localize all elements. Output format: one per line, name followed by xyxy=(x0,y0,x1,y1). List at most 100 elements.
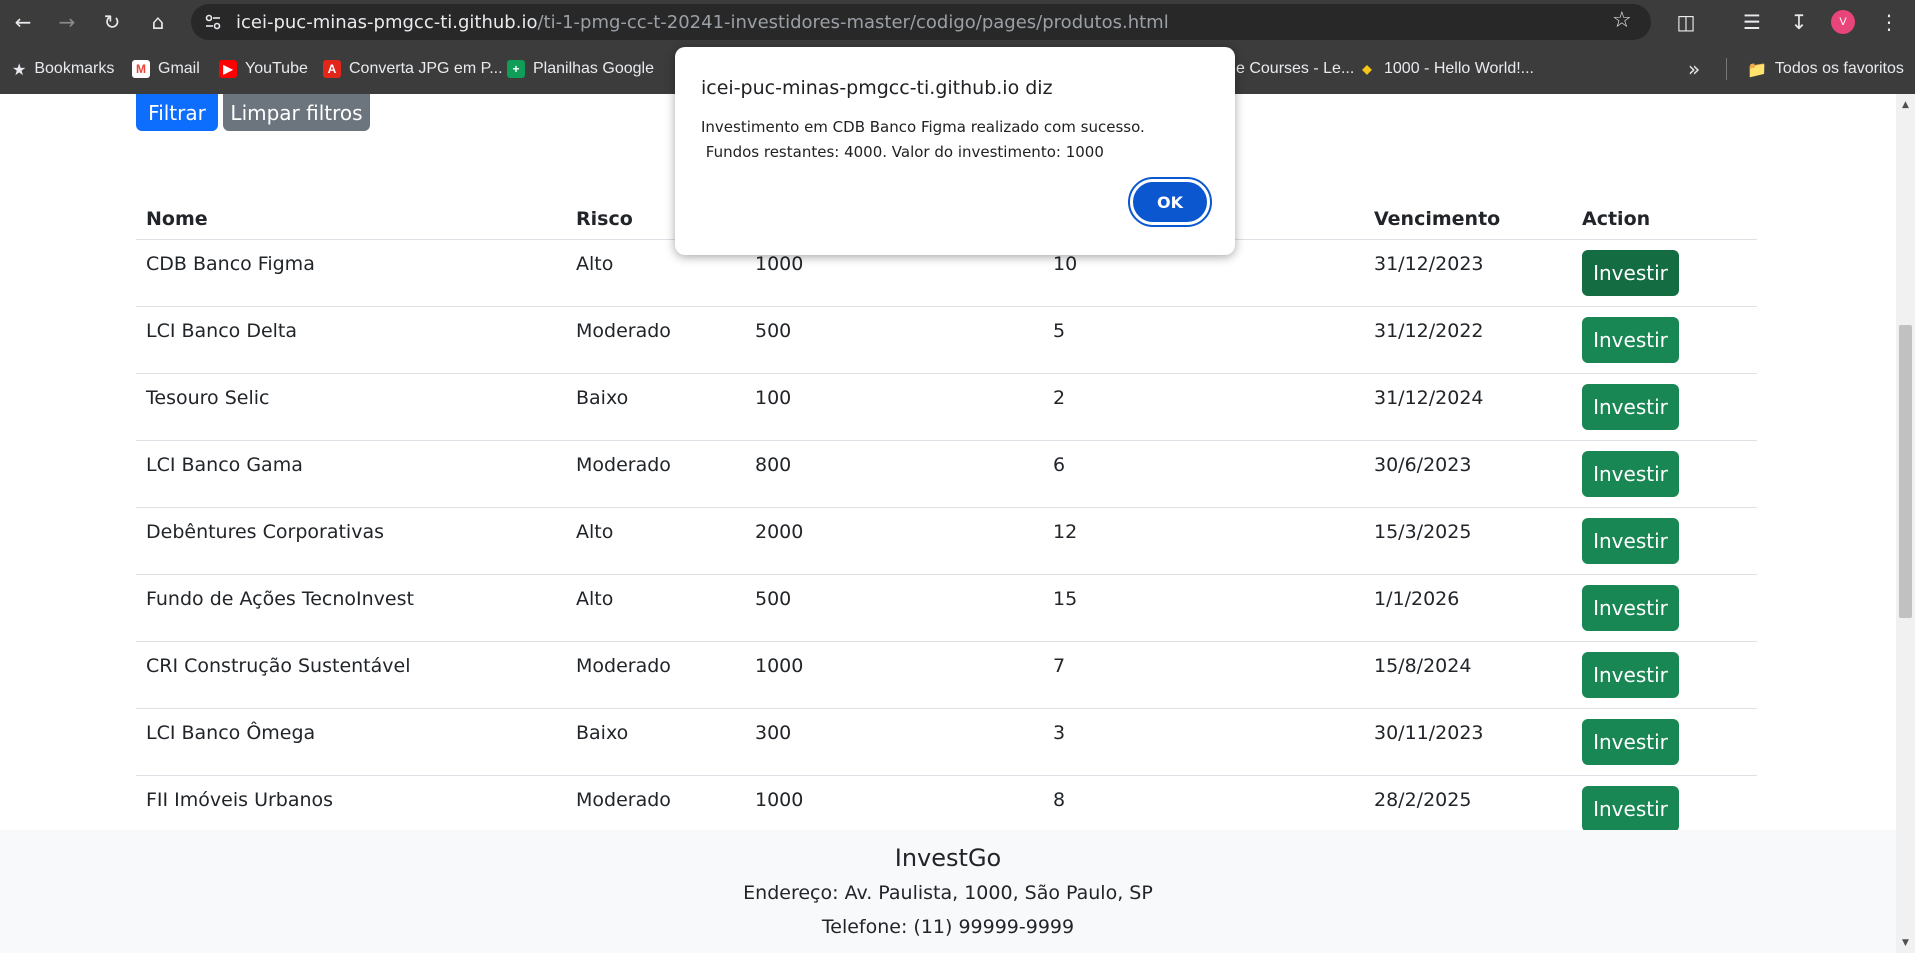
products-table: Nome Risco Vencimento Action CDB Banco F… xyxy=(136,198,1757,843)
header-vencimento: Vencimento xyxy=(1364,198,1572,240)
bookmark-star-icon[interactable]: ☆ xyxy=(1612,8,1632,33)
alert-dialog: icei-puc-minas-pmgcc-ti.github.io diz In… xyxy=(675,47,1235,255)
cell-valor: 1000 xyxy=(745,641,1043,709)
back-arrow-icon[interactable]: ← xyxy=(8,7,38,37)
url-path: /ti-1-pmg-cc-t-20241-investidores-master… xyxy=(537,12,1169,33)
more-bookmarks-chevron-icon[interactable]: » xyxy=(1688,57,1700,81)
scrollbar-thumb[interactable] xyxy=(1899,325,1912,618)
cell-vencimento: 30/11/2023 xyxy=(1364,708,1572,776)
invest-button[interactable]: Investir xyxy=(1582,786,1679,832)
cell-nome: CDB Banco Figma xyxy=(136,239,566,307)
scroll-down-arrow-icon[interactable]: ▼ xyxy=(1899,938,1912,950)
youtube-icon: ▶ xyxy=(219,60,237,78)
forward-arrow-icon[interactable]: → xyxy=(52,7,82,37)
invest-button[interactable]: Investir xyxy=(1582,518,1679,564)
clear-filters-button[interactable]: Limpar filtros xyxy=(223,94,370,131)
cell-valor: 300 xyxy=(745,708,1043,776)
table-row: Fundo de Ações TecnoInvest Alto 500 15 1… xyxy=(136,574,1757,642)
footer-brand: InvestGo xyxy=(894,844,1002,872)
extensions-icon[interactable]: ◫ xyxy=(1672,8,1700,36)
table-row: LCI Banco Delta Moderado 500 5 31/12/202… xyxy=(136,306,1757,374)
header-action: Action xyxy=(1572,198,1757,240)
cell-risco: Baixo xyxy=(566,373,745,441)
scroll-up-arrow-icon[interactable]: ▲ xyxy=(1899,100,1912,112)
cell-nome: Fundo de Ações TecnoInvest xyxy=(136,574,566,642)
invest-button[interactable]: Investir xyxy=(1582,250,1679,296)
cell-taxa: 2 xyxy=(1043,373,1364,441)
url-host: icei-puc-minas-pmgcc-ti.github.io xyxy=(236,12,538,33)
cell-taxa: 7 xyxy=(1043,641,1364,709)
hello-icon: ◆ xyxy=(1358,60,1376,78)
star-icon: ★ xyxy=(12,59,27,79)
url-text[interactable]: icei-puc-minas-pmgcc-ti.github.io/ti-1-p… xyxy=(236,12,1169,33)
cell-vencimento: 31/12/2022 xyxy=(1364,306,1572,374)
bookmark-courses[interactable]: e Courses - Le... xyxy=(1236,58,1354,80)
cell-taxa: 6 xyxy=(1043,440,1364,508)
cell-taxa: 12 xyxy=(1043,507,1364,575)
cell-risco: Baixo xyxy=(566,708,745,776)
dialog-ok-button[interactable]: OK xyxy=(1128,177,1212,227)
bookmark-youtube[interactable]: ▶ YouTube xyxy=(219,58,308,80)
cell-taxa: 5 xyxy=(1043,306,1364,374)
cell-vencimento: 30/6/2023 xyxy=(1364,440,1572,508)
profile-avatar[interactable]: V xyxy=(1831,10,1855,34)
folder-icon: 📁 xyxy=(1747,59,1767,79)
table-row: Debêntures Corporativas Alto 2000 12 15/… xyxy=(136,507,1757,575)
cell-vencimento: 15/3/2025 xyxy=(1364,507,1572,575)
cell-vencimento: 31/12/2024 xyxy=(1364,373,1572,441)
cell-risco: Moderado xyxy=(566,306,745,374)
reload-icon[interactable]: ↻ xyxy=(97,7,127,37)
cell-risco: Moderado xyxy=(566,440,745,508)
bookmark-converta[interactable]: A Converta JPG em P... xyxy=(323,58,503,80)
footer-phone: Telefone: (11) 99999-9999 xyxy=(821,916,1075,938)
invest-button[interactable]: Investir xyxy=(1582,384,1679,430)
home-icon[interactable]: ⌂ xyxy=(143,7,173,37)
dialog-message-line2: Fundos restantes: 4000. Valor do investi… xyxy=(701,143,1104,161)
cell-nome: LCI Banco Ômega xyxy=(136,708,566,776)
invest-button[interactable]: Investir xyxy=(1582,317,1679,363)
cell-nome: Debêntures Corporativas xyxy=(136,507,566,575)
all-favorites-folder[interactable]: 📁 Todos os favoritos xyxy=(1726,58,1904,80)
download-icon[interactable]: ↧ xyxy=(1785,8,1813,36)
footer-address: Endereço: Av. Paulista, 1000, São Paulo,… xyxy=(743,882,1153,904)
cell-risco: Moderado xyxy=(566,641,745,709)
table-row: CRI Construção Sustentável Moderado 1000… xyxy=(136,641,1757,709)
header-nome: Nome xyxy=(136,198,566,240)
site-settings-icon[interactable] xyxy=(203,12,223,32)
invest-button[interactable]: Investir xyxy=(1582,652,1679,698)
gmail-icon: M xyxy=(132,60,150,78)
sheets-icon: + xyxy=(507,60,525,78)
cell-nome: CRI Construção Sustentável xyxy=(136,641,566,709)
media-controls-icon[interactable]: ☰ xyxy=(1738,8,1766,36)
browser-toolbar: ← → ↻ ⌂ icei-puc-minas-pmgcc-ti.github.i… xyxy=(0,0,1915,44)
filter-button[interactable]: Filtrar xyxy=(136,94,218,131)
cell-risco: Alto xyxy=(566,507,745,575)
cell-nome: LCI Banco Gama xyxy=(136,440,566,508)
cell-vencimento: 31/12/2023 xyxy=(1364,239,1572,307)
table-row: Tesouro Selic Baixo 100 2 31/12/2024 Inv… xyxy=(136,373,1757,441)
menu-kebab-icon[interactable]: ⋮ xyxy=(1875,8,1903,36)
dialog-message-line1: Investimento em CDB Banco Figma realizad… xyxy=(701,118,1145,136)
cell-taxa: 15 xyxy=(1043,574,1364,642)
dialog-title: icei-puc-minas-pmgcc-ti.github.io diz xyxy=(701,77,1053,99)
bookmark-planilhas[interactable]: + Planilhas Google xyxy=(507,58,654,80)
cell-vencimento: 1/1/2026 xyxy=(1364,574,1572,642)
invest-button[interactable]: Investir xyxy=(1582,451,1679,497)
cell-valor: 100 xyxy=(745,373,1043,441)
table-row: LCI Banco Ômega Baixo 300 3 30/11/2023 I… xyxy=(136,708,1757,776)
bookmark-hello-world[interactable]: ◆ 1000 - Hello World!... xyxy=(1358,58,1534,80)
cell-valor: 800 xyxy=(745,440,1043,508)
cell-taxa: 3 xyxy=(1043,708,1364,776)
cell-vencimento: 15/8/2024 xyxy=(1364,641,1572,709)
dialog-message: Investimento em CDB Banco Figma realizad… xyxy=(701,115,1145,165)
invest-button[interactable]: Investir xyxy=(1582,719,1679,765)
cell-valor: 500 xyxy=(745,574,1043,642)
cell-risco: Alto xyxy=(566,574,745,642)
cell-nome: LCI Banco Delta xyxy=(136,306,566,374)
table-row: LCI Banco Gama Moderado 800 6 30/6/2023 … xyxy=(136,440,1757,508)
invest-button[interactable]: Investir xyxy=(1582,585,1679,631)
bookmark-gmail[interactable]: M Gmail xyxy=(132,58,200,80)
cell-valor: 2000 xyxy=(745,507,1043,575)
bookmark-bookmarks[interactable]: ★ Bookmarks xyxy=(12,58,114,80)
adobe-icon: A xyxy=(323,60,341,78)
